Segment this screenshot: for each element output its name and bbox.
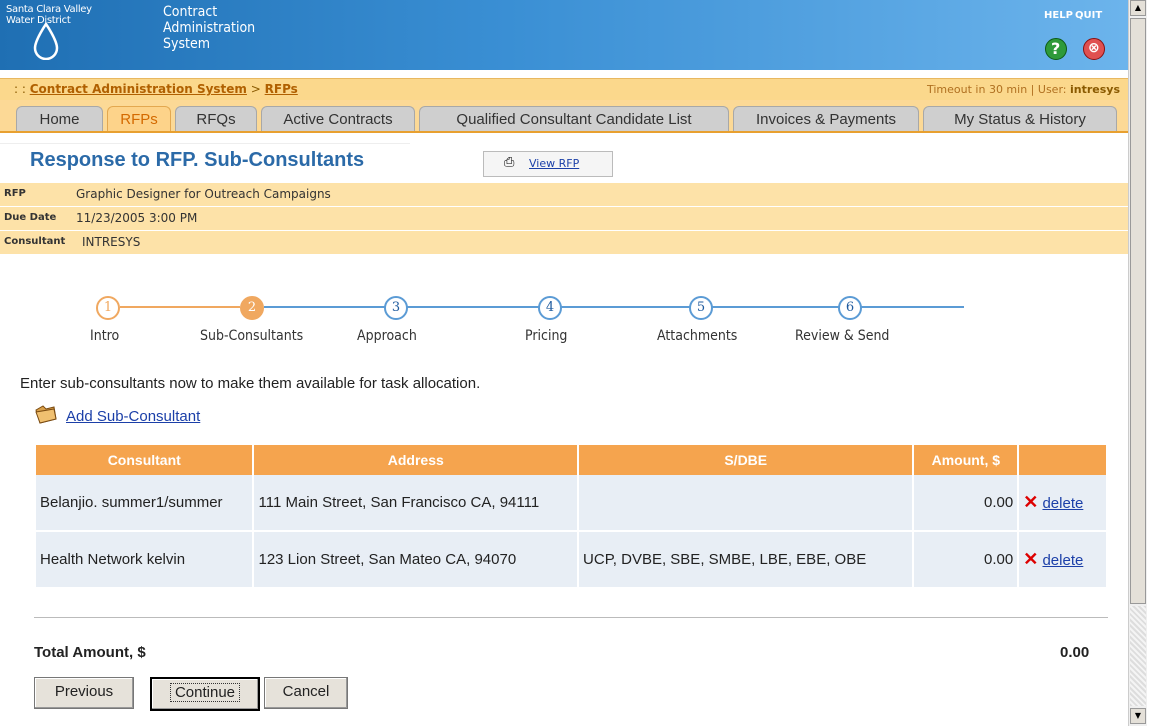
table-row: Belanjio. summer1/summer 111 Main Street…	[36, 475, 1106, 532]
tab-active-contracts[interactable]: Active Contracts	[261, 106, 415, 132]
delete-x-icon[interactable]: ✕	[1023, 549, 1038, 569]
instructions-text: Enter sub-consultants now to make them a…	[20, 375, 481, 392]
help-label: HELP	[1044, 10, 1073, 21]
page-title: Response to RFP. Sub-Consultants	[30, 149, 365, 171]
table-header-row: Consultant Address S/DBE Amount, $	[36, 445, 1106, 475]
total-value: 0.00	[1060, 644, 1090, 661]
step-connector	[120, 306, 240, 308]
quit-icon[interactable]: ⊗	[1083, 38, 1105, 60]
app-title-line: Administration	[163, 20, 256, 36]
breadcrumb-sep: >	[246, 82, 265, 96]
cancel-button[interactable]: Cancel	[264, 677, 348, 709]
user-name: intresys	[1069, 83, 1120, 96]
help-icon[interactable]: ?	[1045, 38, 1067, 60]
breadcrumb-prefix: : :	[14, 82, 30, 96]
add-sub-consultant-link[interactable]: Add Sub-Consultant	[66, 408, 200, 425]
delete-link[interactable]: delete	[1042, 495, 1083, 512]
cell-consultant: Health Network kelvin	[36, 532, 253, 589]
app-title-line: Contract	[163, 4, 218, 20]
delete-link[interactable]: delete	[1042, 552, 1083, 569]
tab-rfqs[interactable]: RFQs	[175, 106, 257, 132]
scrollbar-thumb[interactable]	[1130, 18, 1146, 604]
water-drop-icon	[33, 22, 59, 60]
cell-sdbe: UCP, DVBE, SBE, SMBE, LBE, EBE, OBE	[579, 532, 913, 589]
step-3-label[interactable]: Approach	[357, 328, 417, 344]
app-title-line: System	[163, 36, 210, 52]
folder-icon	[35, 405, 57, 424]
breadcrumb-current-link[interactable]: RFPs	[265, 82, 298, 96]
main-nav-tabs: Home RFPs RFQs Active Contracts Qualifie…	[0, 100, 1128, 132]
col-header-address: Address	[254, 445, 578, 475]
col-header-actions	[1019, 445, 1106, 475]
cell-consultant: Belanjio. summer1/summer	[36, 475, 253, 532]
document-icon: ⎙	[504, 155, 515, 170]
cell-actions: ✕ delete	[1019, 475, 1106, 532]
breadcrumb-bar: : : Contract Administration System > RFP…	[0, 78, 1128, 101]
breadcrumb-root-link[interactable]: Contract Administration System	[30, 82, 247, 96]
step-6-label[interactable]: Review & Send	[795, 328, 889, 344]
logo-line-1: Santa Clara Valley	[6, 4, 92, 15]
step-3-circle[interactable]: 3	[384, 296, 408, 320]
consultant-label: Consultant	[4, 236, 66, 247]
cell-actions: ✕ delete	[1019, 532, 1106, 589]
scroll-up-icon[interactable]: ▲	[1130, 0, 1146, 16]
delete-x-icon[interactable]: ✕	[1023, 492, 1038, 512]
scroll-down-icon[interactable]: ▼	[1130, 708, 1146, 724]
sub-consultants-table: Consultant Address S/DBE Amount, $ Belan…	[34, 445, 1108, 589]
tab-divider	[0, 131, 1128, 133]
previous-button[interactable]: Previous	[34, 677, 134, 709]
consultant-value: INTRESYS	[82, 235, 141, 249]
total-label: Total Amount, $	[34, 644, 146, 661]
step-5-circle[interactable]: 5	[689, 296, 713, 320]
continue-button-label: Continue	[169, 683, 241, 702]
due-date-value: 11/23/2005 3:00 PM	[76, 211, 198, 225]
rfp-value: Graphic Designer for Outreach Campaigns	[76, 187, 331, 201]
step-2-circle[interactable]: 2	[240, 296, 264, 320]
step-5-label[interactable]: Attachments	[657, 328, 737, 344]
due-date-label: Due Date	[4, 212, 57, 223]
vertical-scrollbar[interactable]: ▲ ▼	[1128, 0, 1147, 726]
view-rfp-link[interactable]: View RFP	[529, 157, 579, 170]
tab-invoices-payments[interactable]: Invoices & Payments	[733, 106, 919, 132]
quit-label: QUIT	[1075, 10, 1103, 21]
window-edge	[1147, 0, 1158, 726]
step-1-label[interactable]: Intro	[90, 328, 119, 344]
step-4-label[interactable]: Pricing	[525, 328, 567, 344]
col-header-amount: Amount, $	[914, 445, 1018, 475]
timeout-text: Timeout in 30 min |	[926, 83, 1035, 96]
view-rfp-button[interactable]: ⎙ View RFP	[483, 151, 613, 177]
due-date-row: Due Date 11/23/2005 3:00 PM	[0, 207, 1128, 231]
cell-sdbe	[579, 475, 913, 532]
app-header: Santa Clara Valley Water District Contra…	[0, 0, 1128, 70]
rfp-label: RFP	[4, 188, 26, 199]
user-label: User:	[1037, 83, 1067, 96]
tab-home[interactable]: Home	[16, 106, 103, 132]
divider	[34, 617, 1108, 618]
cell-amount: 0.00	[914, 532, 1018, 589]
session-info: Timeout in 30 min | User: intresys	[927, 83, 1120, 96]
continue-button[interactable]: Continue	[150, 677, 260, 711]
col-header-consultant: Consultant	[36, 445, 253, 475]
tab-rfps[interactable]: RFPs	[107, 106, 171, 132]
step-2-label[interactable]: Sub-Consultants	[200, 328, 303, 344]
cell-amount: 0.00	[914, 475, 1018, 532]
step-6-circle[interactable]: 6	[838, 296, 862, 320]
tab-qualified-consultants[interactable]: Qualified Consultant Candidate List	[419, 106, 729, 132]
scrollbar-track[interactable]	[1130, 606, 1146, 706]
table-row: Health Network kelvin 123 Lion Street, S…	[36, 532, 1106, 589]
rfp-info-row: RFP Graphic Designer for Outreach Campai…	[0, 183, 1128, 207]
app-title: Contract Administration System	[163, 4, 255, 52]
step-4-circle[interactable]: 4	[538, 296, 562, 320]
tab-my-status-history[interactable]: My Status & History	[923, 106, 1117, 132]
cell-address: 111 Main Street, San Francisco CA, 94111	[254, 475, 578, 532]
step-1-circle[interactable]: 1	[96, 296, 120, 320]
cell-address: 123 Lion Street, San Mateo CA, 94070	[254, 532, 578, 589]
consultant-row: Consultant INTRESYS	[0, 231, 1128, 255]
col-header-sdbe: S/DBE	[579, 445, 913, 475]
breadcrumb: : : Contract Administration System > RFP…	[14, 82, 298, 96]
